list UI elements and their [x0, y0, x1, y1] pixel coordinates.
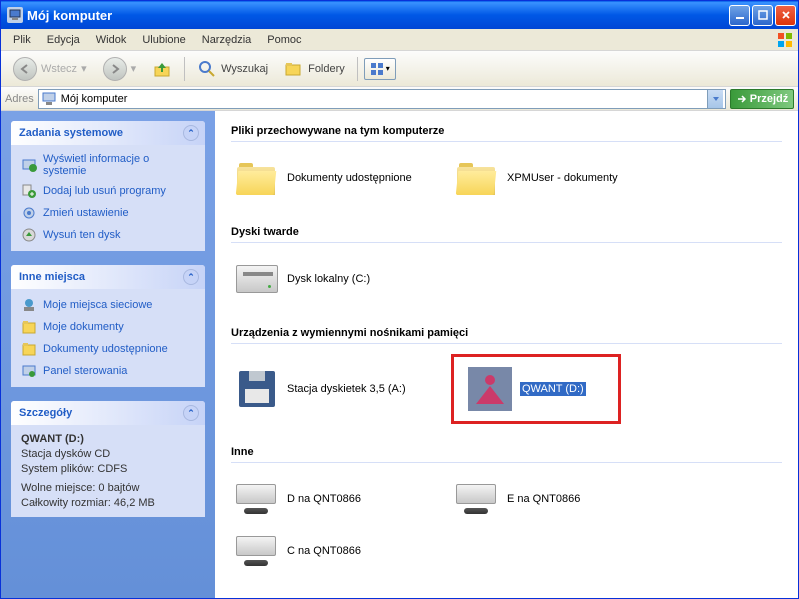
chevron-up-icon: ⌃: [183, 405, 199, 421]
section-removable-header: Urządzenia z wymiennymi nośnikami pamięc…: [231, 323, 782, 344]
chevron-down-icon: ▾: [386, 64, 390, 73]
my-computer-icon: [7, 7, 23, 23]
section-hdd-header: Dyski twarde: [231, 222, 782, 243]
network-places-icon: [21, 297, 37, 313]
menu-view[interactable]: Widok: [88, 32, 135, 48]
task-change-setting[interactable]: Zmień ustawienie: [21, 205, 195, 221]
views-icon: [370, 62, 384, 76]
toolbar-separator: [357, 57, 358, 81]
network-drive-icon: [235, 477, 279, 521]
info-icon: [21, 157, 37, 173]
address-input[interactable]: Mój komputer: [38, 89, 726, 109]
address-dropdown-button[interactable]: [707, 90, 723, 108]
go-arrow-icon: [736, 93, 748, 105]
sidebar: Zadania systemowe ⌃ Wyświetl informacje …: [1, 111, 215, 598]
item-network-d[interactable]: D na QNT0866: [231, 473, 451, 525]
add-remove-icon: [21, 183, 37, 199]
chevron-up-icon: ⌃: [183, 125, 199, 141]
menu-favorites[interactable]: Ulubione: [134, 32, 193, 48]
back-arrow-icon: [13, 57, 37, 81]
forward-arrow-icon: [103, 57, 127, 81]
minimize-button[interactable]: [729, 5, 750, 26]
my-computer-icon: [41, 91, 57, 107]
item-qwant-d[interactable]: QWANT (D:): [451, 354, 621, 424]
shared-docs-icon: [21, 341, 37, 357]
details-total: Całkowity rozmiar: 46,2 MB: [21, 497, 195, 509]
address-label: Adres: [5, 93, 34, 105]
item-network-e[interactable]: E na QNT0866: [451, 473, 671, 525]
control-panel-icon: [21, 363, 37, 379]
content-area: Zadania systemowe ⌃ Wyświetl informacje …: [1, 111, 798, 598]
details-name: QWANT (D:): [21, 433, 195, 445]
section-other-header: Inne: [231, 442, 782, 463]
windows-logo-icon: [776, 31, 794, 49]
settings-icon: [21, 205, 37, 221]
menu-edit[interactable]: Edycja: [39, 32, 88, 48]
place-network[interactable]: Moje miejsca sieciowe: [21, 297, 195, 313]
folder-icon: [235, 156, 279, 200]
system-tasks-panel: Zadania systemowe ⌃ Wyświetl informacje …: [11, 121, 205, 251]
toolbar-separator: [184, 57, 185, 81]
folders-button[interactable]: Foldery: [278, 55, 351, 83]
item-user-documents[interactable]: XPMUser - dokumenty: [451, 152, 671, 204]
menu-tools[interactable]: Narzędzia: [194, 32, 260, 48]
main-view: Pliki przechowywane na tym komputerze Do…: [215, 111, 798, 598]
chevron-up-icon: ⌃: [183, 269, 199, 285]
documents-icon: [21, 319, 37, 335]
item-floppy-a[interactable]: Stacja dyskietek 3,5 (A:): [231, 354, 451, 424]
back-button[interactable]: Wstecz ▾: [7, 55, 93, 83]
close-button[interactable]: [775, 5, 796, 26]
folder-up-icon: [152, 59, 172, 79]
eject-icon: [21, 227, 37, 243]
network-drive-icon: [455, 477, 499, 521]
maximize-button[interactable]: [752, 5, 773, 26]
window: Mój komputer Plik Edycja Widok Ulubione …: [0, 0, 799, 599]
titlebar: Mój komputer: [1, 1, 798, 29]
task-system-info[interactable]: Wyświetl informacje o systemie: [21, 153, 195, 177]
details-free: Wolne miejsce: 0 bajtów: [21, 482, 195, 494]
menu-help[interactable]: Pomoc: [259, 32, 309, 48]
toolbar: Wstecz ▾ ▾ Wyszukaj Foldery: [1, 51, 798, 87]
details-header[interactable]: Szczegóły ⌃: [11, 401, 205, 425]
menu-file[interactable]: Plik: [5, 32, 39, 48]
place-documents[interactable]: Moje dokumenty: [21, 319, 195, 335]
other-places-panel: Inne miejsca ⌃ Moje miejsca sieciowe Moj…: [11, 265, 205, 387]
menubar: Plik Edycja Widok Ulubione Narzędzia Pom…: [1, 29, 798, 51]
network-drive-icon: [235, 529, 279, 573]
window-title: Mój komputer: [27, 8, 729, 23]
place-control-panel[interactable]: Panel sterowania: [21, 363, 195, 379]
item-network-c[interactable]: C na QNT0866: [231, 525, 451, 577]
cd-icon: [468, 367, 512, 411]
drive-icon: [235, 257, 279, 301]
other-places-header[interactable]: Inne miejsca ⌃: [11, 265, 205, 289]
address-value: Mój komputer: [61, 93, 703, 105]
forward-button[interactable]: ▾: [97, 55, 143, 83]
system-tasks-header[interactable]: Zadania systemowe ⌃: [11, 121, 205, 145]
folders-icon: [284, 59, 304, 79]
floppy-icon: [235, 367, 279, 411]
up-button[interactable]: [146, 55, 178, 83]
details-fs: System plików: CDFS: [21, 463, 195, 475]
chevron-down-icon: ▾: [81, 62, 87, 75]
place-shared-docs[interactable]: Dokumenty udostępnione: [21, 341, 195, 357]
folder-icon: [455, 156, 499, 200]
addressbar: Adres Mój komputer Przejdź: [1, 87, 798, 111]
search-icon: [197, 59, 217, 79]
chevron-down-icon: ▾: [131, 62, 137, 75]
search-button[interactable]: Wyszukaj: [191, 55, 274, 83]
task-eject[interactable]: Wysuń ten dysk: [21, 227, 195, 243]
go-button[interactable]: Przejdź: [730, 89, 794, 109]
details-type: Stacja dysków CD: [21, 448, 195, 460]
item-local-disk-c[interactable]: Dysk lokalny (C:): [231, 253, 451, 305]
section-files-header: Pliki przechowywane na tym komputerze: [231, 121, 782, 142]
views-button[interactable]: ▾: [364, 58, 396, 80]
task-add-remove[interactable]: Dodaj lub usuń programy: [21, 183, 195, 199]
details-panel: Szczegóły ⌃ QWANT (D:) Stacja dysków CD …: [11, 401, 205, 517]
item-shared-documents[interactable]: Dokumenty udostępnione: [231, 152, 451, 204]
